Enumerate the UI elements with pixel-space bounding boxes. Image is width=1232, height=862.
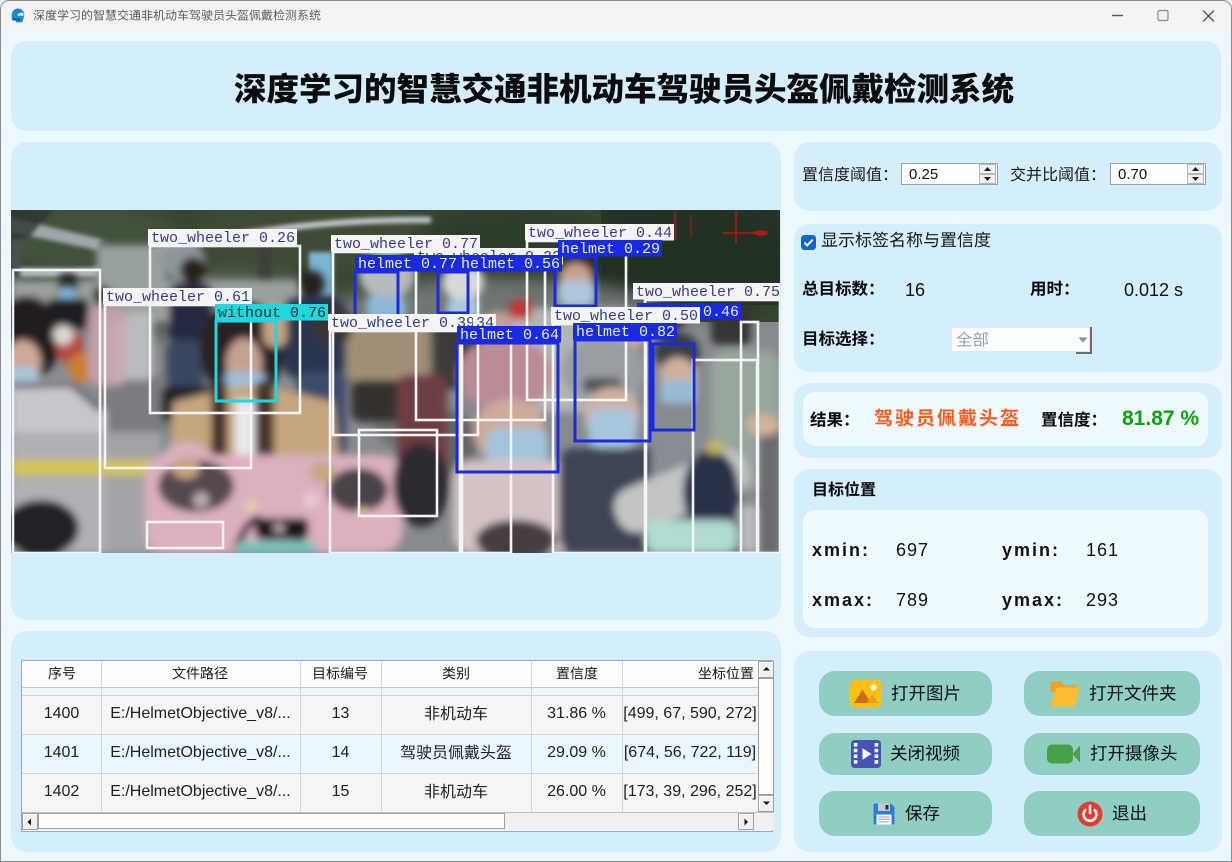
svg-text:without 0.76: without 0.76 [218, 305, 326, 322]
svg-text:two_wheeler 0.61: two_wheeler 0.61 [106, 289, 250, 306]
svg-text:helmet 0.56: helmet 0.56 [461, 256, 560, 273]
svg-text:two_wheeler 0.75: two_wheeler 0.75 [636, 284, 780, 301]
svg-text:helmet 0.77: helmet 0.77 [358, 256, 457, 273]
svg-text:helmet 0.82: helmet 0.82 [576, 324, 675, 341]
svg-text:two_wheeler 0.26: two_wheeler 0.26 [151, 230, 295, 247]
svg-text:helmet 0.64: helmet 0.64 [460, 327, 559, 344]
svg-text:two_wheeler 0.44: two_wheeler 0.44 [528, 225, 672, 242]
svg-text:0.46: 0.46 [703, 304, 739, 321]
svg-text:two_wheeler 0.39: two_wheeler 0.39 [331, 315, 475, 332]
svg-text:two_wheeler 0.50: two_wheeler 0.50 [554, 308, 698, 325]
svg-text:helmet 0.29: helmet 0.29 [561, 241, 660, 258]
